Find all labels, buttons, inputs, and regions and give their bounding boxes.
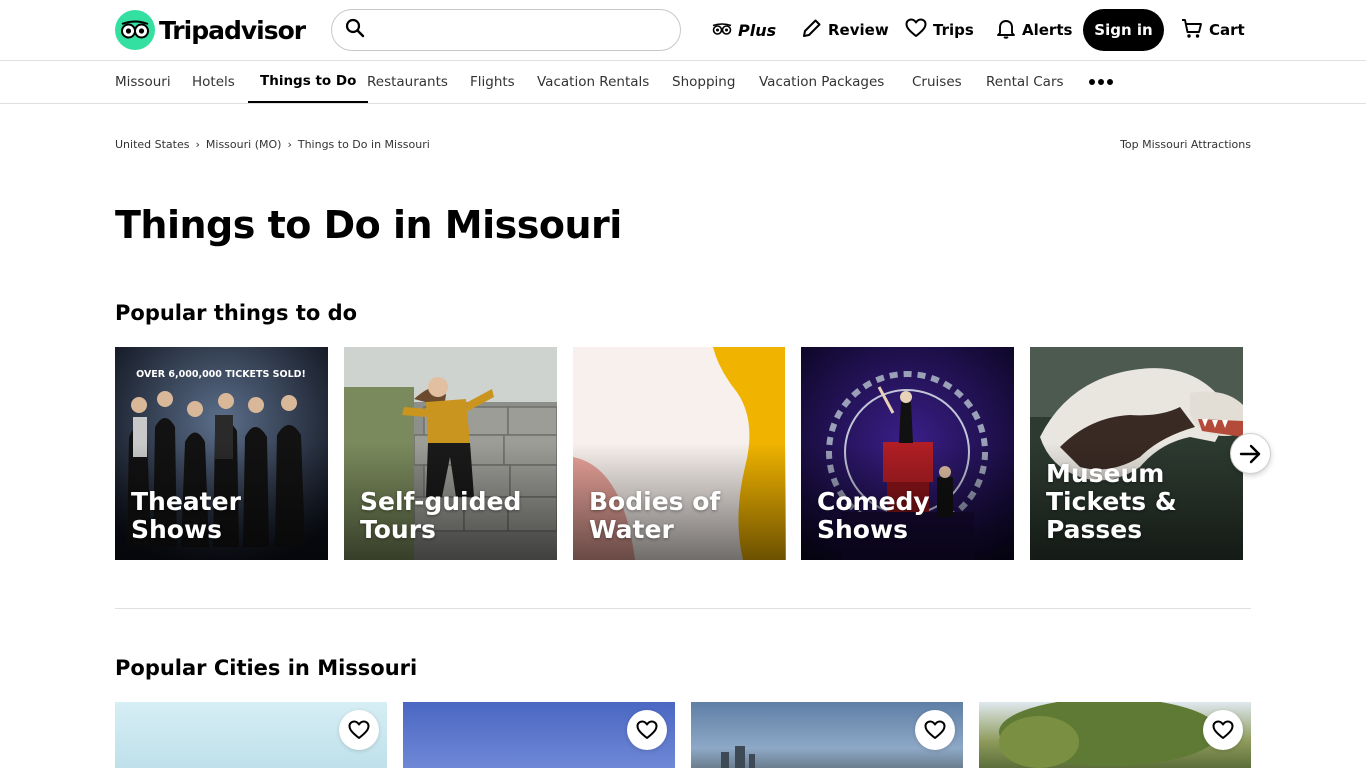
owl-logo-icon	[115, 10, 155, 50]
breadcrumb-missouri[interactable]: Missouri (MO)	[206, 138, 282, 151]
chevron-right-icon: ›	[287, 138, 292, 151]
breadcrumb-current: Things to Do in Missouri	[297, 138, 430, 151]
plus-label: Plus	[738, 20, 777, 40]
review-label: Review	[828, 21, 889, 39]
subnav-flights[interactable]: Flights	[470, 61, 515, 103]
breadcrumb-united-states[interactable]: United States	[115, 138, 190, 151]
save-heart-button[interactable]	[339, 710, 379, 750]
cart-label: Cart	[1209, 21, 1245, 39]
logo-text: Tripadvisor	[159, 15, 306, 45]
top-header: Tripadvisor Plus Review Trips Alerts Sig…	[0, 0, 1366, 61]
save-heart-button[interactable]	[627, 710, 667, 750]
owl-plus-icon	[712, 21, 732, 39]
poster-text: OVER 6,000,000 TICKETS SOLD!	[136, 369, 306, 380]
more-menu-icon[interactable]	[1089, 61, 1113, 103]
sign-in-button[interactable]: Sign in	[1083, 9, 1164, 51]
heart-icon	[636, 720, 658, 739]
city-card[interactable]	[979, 702, 1251, 768]
search-icon	[345, 18, 365, 42]
save-heart-button[interactable]	[1203, 710, 1243, 750]
subnav-hotels[interactable]: Hotels	[192, 61, 235, 103]
subnav-vacation-rentals[interactable]: Vacation Rentals	[537, 61, 649, 103]
subnav-missouri[interactable]: Missouri	[115, 61, 171, 103]
trips-link[interactable]: Trips	[905, 17, 974, 43]
heart-icon	[1212, 720, 1234, 739]
bell-icon	[996, 18, 1016, 43]
card-label: Theater Shows	[131, 487, 241, 544]
trips-label: Trips	[933, 21, 974, 39]
pencil-icon	[801, 18, 822, 43]
page-title: Things to Do in Missouri	[115, 203, 622, 247]
heart-icon	[348, 720, 370, 739]
popular-things-heading: Popular things to do	[115, 301, 358, 325]
subnav-things-to-do[interactable]: Things to Do	[248, 61, 369, 103]
search-bar[interactable]	[331, 9, 681, 51]
popular-cities-heading: Popular Cities in Missouri	[115, 656, 418, 680]
search-input[interactable]	[373, 12, 663, 48]
card-comedy-shows[interactable]: Comedy Shows	[801, 347, 1014, 560]
arrow-right-icon	[1239, 444, 1260, 463]
card-label: Comedy Shows	[817, 487, 930, 544]
city-card[interactable]	[403, 702, 675, 768]
carousel-next-button[interactable]	[1230, 433, 1271, 474]
review-link[interactable]: Review	[801, 17, 889, 43]
cart-link[interactable]: Cart	[1181, 17, 1245, 43]
heart-icon	[924, 720, 946, 739]
plus-link[interactable]: Plus	[712, 17, 776, 43]
top-attractions-link[interactable]: Top Missouri Attractions	[1120, 138, 1251, 151]
card-label: Self-guided Tours	[360, 487, 522, 544]
alerts-link[interactable]: Alerts	[996, 17, 1072, 43]
city-card[interactable]	[115, 702, 387, 768]
section-divider	[115, 608, 1251, 609]
category-nav: Missouri Hotels Things to Do Restaurants…	[0, 61, 1366, 104]
subnav-rental-cars[interactable]: Rental Cars	[986, 61, 1064, 103]
tripadvisor-logo[interactable]: Tripadvisor	[115, 10, 306, 50]
card-label: Museum Tickets & Passes	[1046, 459, 1177, 544]
cart-icon	[1181, 18, 1203, 43]
chevron-right-icon: ›	[195, 138, 200, 151]
card-theater-shows[interactable]: OVER 6,000,000 TICKETS SOLD! Theater Sho…	[115, 347, 328, 560]
alerts-label: Alerts	[1022, 21, 1073, 39]
city-card[interactable]	[691, 702, 963, 768]
card-bodies-of-water[interactable]: Bodies of Water	[573, 347, 786, 560]
card-label: Bodies of Water	[589, 487, 721, 544]
subnav-shopping[interactable]: Shopping	[672, 61, 735, 103]
breadcrumb: United States › Missouri (MO) › Things t…	[115, 138, 430, 151]
subnav-vacation-packages[interactable]: Vacation Packages	[759, 61, 884, 103]
card-museum-tickets[interactable]: Museum Tickets & Passes	[1030, 347, 1243, 560]
card-self-guided-tours[interactable]: Self-guided Tours	[344, 347, 557, 560]
heart-icon	[905, 18, 927, 42]
subnav-restaurants[interactable]: Restaurants	[367, 61, 448, 103]
subnav-cruises[interactable]: Cruises	[912, 61, 962, 103]
save-heart-button[interactable]	[915, 710, 955, 750]
